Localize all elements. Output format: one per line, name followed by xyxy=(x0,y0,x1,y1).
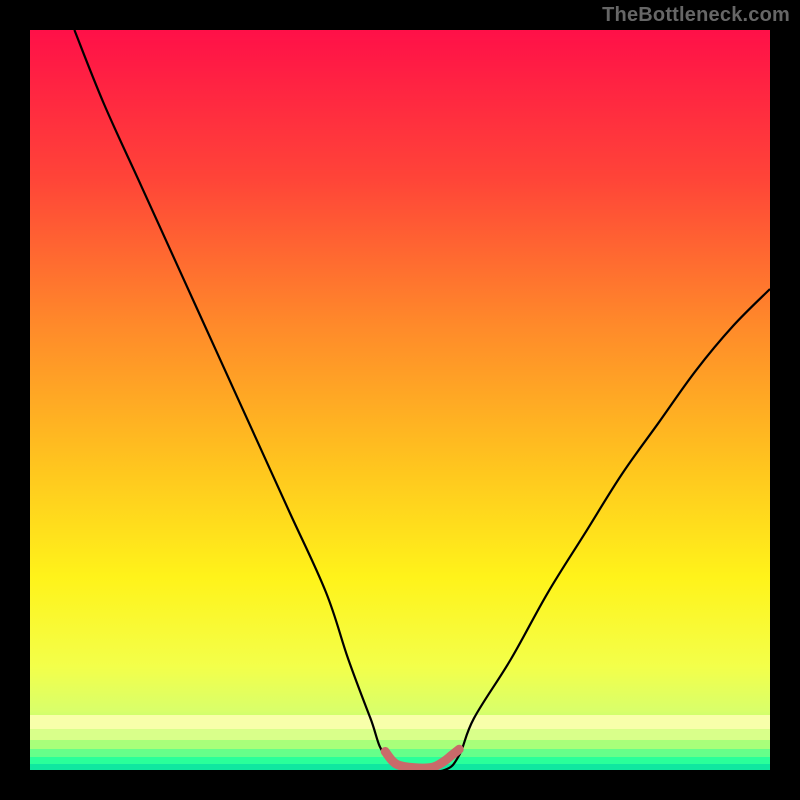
line-layer xyxy=(30,30,770,770)
plot-area xyxy=(30,30,770,770)
safe-zone-marker xyxy=(385,749,459,768)
bottleneck-curve xyxy=(74,30,770,770)
chart-frame: TheBottleneck.com xyxy=(0,0,800,800)
watermark-text: TheBottleneck.com xyxy=(602,4,790,27)
